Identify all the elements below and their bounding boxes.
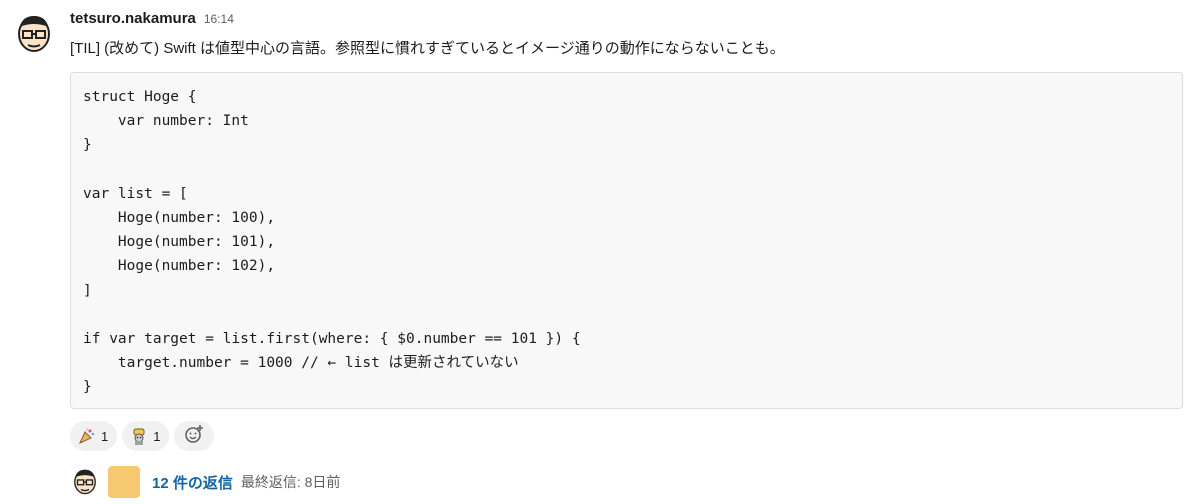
username[interactable]: tetsuro.nakamura xyxy=(70,10,196,27)
user-avatar[interactable] xyxy=(16,12,52,56)
reactions-bar: 1 1 xyxy=(70,421,215,451)
message-header: tetsuro.nakamura 16:14 xyxy=(70,10,234,32)
reply-avatar xyxy=(70,467,100,497)
thread-summary[interactable]: 12 件の返信 最終返信: 8日前 xyxy=(70,466,340,498)
reaction-party[interactable]: 1 xyxy=(70,421,118,451)
thread-reply-count[interactable]: 12 件の返信 xyxy=(152,472,233,493)
code-content: struct Hoge { var number: Int } var list… xyxy=(83,89,581,396)
thread-last-reply: 最終返信: 8日前 xyxy=(240,474,341,490)
character-reaction-icon xyxy=(129,426,149,446)
add-reaction-icon xyxy=(183,423,205,450)
message-text: [TIL] (改めて) Swift は値型中心の言語。参照型に慣れすぎているとイ… xyxy=(70,40,785,57)
reply-avatar xyxy=(108,466,140,498)
timestamp[interactable]: 16:14 xyxy=(204,12,234,26)
reaction-character[interactable]: 1 xyxy=(122,421,170,451)
reaction-count: 1 xyxy=(101,428,109,444)
add-reaction-button[interactable] xyxy=(174,421,215,451)
party-reaction-icon xyxy=(77,426,97,446)
reaction-count: 1 xyxy=(153,428,161,444)
code-block: struct Hoge { var number: Int } var list… xyxy=(70,72,1183,409)
